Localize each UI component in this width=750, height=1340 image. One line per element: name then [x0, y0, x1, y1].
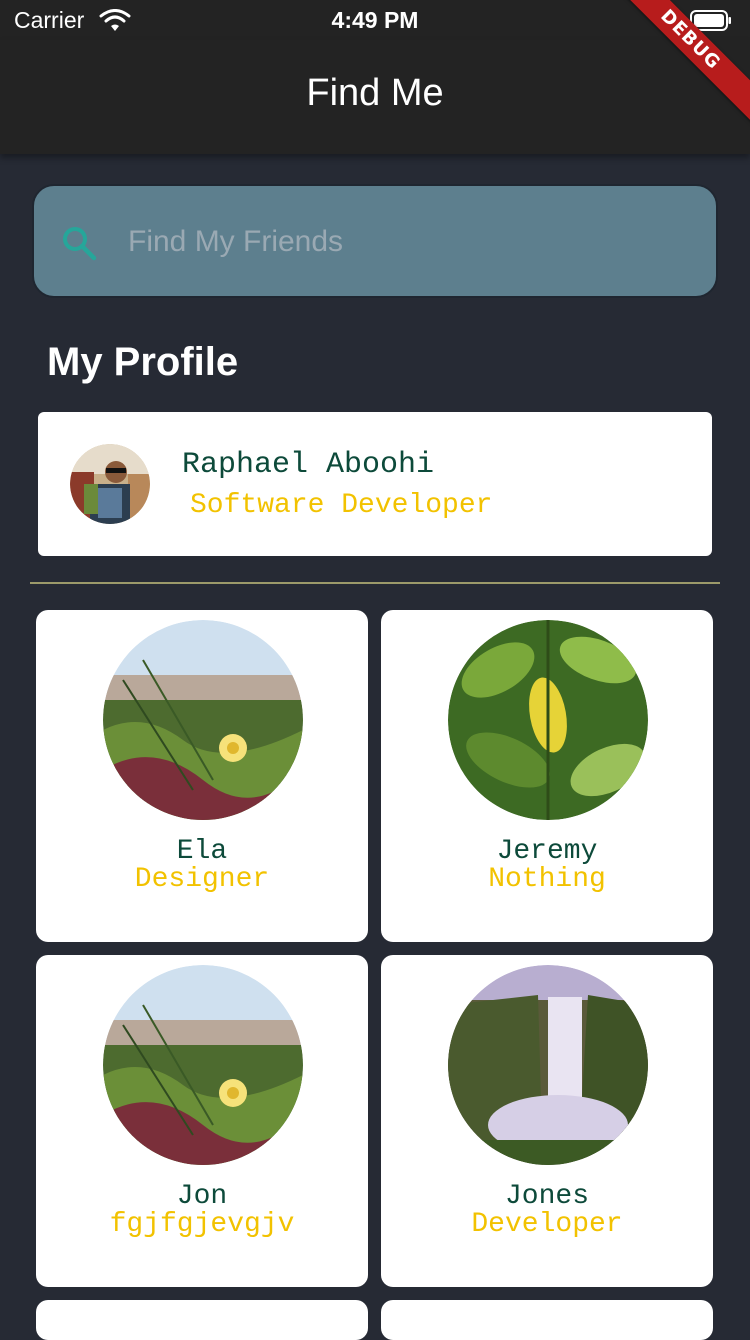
status-time: 4:49 PM	[331, 7, 419, 33]
friend-role: Nothing	[488, 864, 606, 895]
friend-photo-waterfall	[448, 965, 648, 1165]
friend-name: Jones	[504, 1181, 589, 1212]
profile-role: Software Developer	[190, 490, 493, 521]
search-input[interactable]	[126, 216, 690, 268]
app-bar: Find Me	[0, 40, 750, 154]
friend-card-ela[interactable]: Ela Designer	[36, 610, 368, 942]
friend-card-jones[interactable]: Jones Developer	[381, 955, 713, 1287]
friend-name: Ela	[176, 836, 228, 867]
app-title: Find Me	[306, 72, 444, 114]
profile-card[interactable]: Raphael Aboohi Software Developer	[38, 412, 712, 556]
friend-card-jeremy[interactable]: Jeremy Nothing	[381, 610, 713, 942]
friend-card-partial[interactable]	[381, 1300, 713, 1340]
avatar	[70, 444, 150, 524]
profile-name: Raphael Aboohi	[182, 448, 435, 482]
friend-role: Designer	[134, 864, 270, 895]
search-box[interactable]	[32, 184, 718, 298]
friend-photo-lemon-leaves	[448, 620, 648, 820]
friend-name: Jeremy	[496, 836, 598, 867]
friend-photo-flower-field	[103, 965, 303, 1165]
search-icon	[63, 227, 97, 261]
section-title-my-profile: My Profile	[47, 340, 239, 384]
section-divider	[30, 582, 720, 584]
friend-card-partial[interactable]	[36, 1300, 368, 1340]
friend-photo-flower-field	[103, 620, 303, 820]
friend-role: Developer	[471, 1209, 623, 1240]
friend-role: fgjfgjevgjv	[109, 1209, 295, 1240]
friend-card-jon[interactable]: Jon fgjfgjevgjv	[36, 955, 368, 1287]
friend-name: Jon	[176, 1181, 228, 1212]
